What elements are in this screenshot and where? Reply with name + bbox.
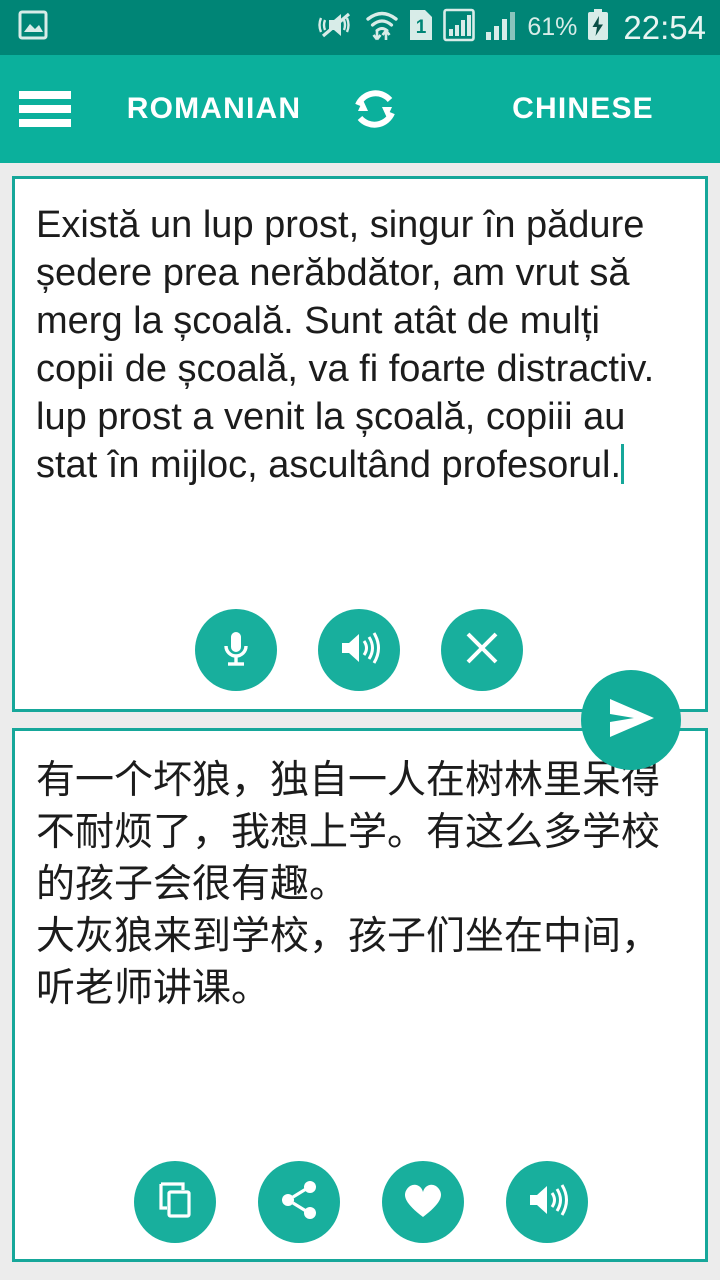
translator-app-screen: 1 61% 22:54 ROMANIAN CHINESE Există un l… — [0, 0, 720, 1280]
vibrate-mute-icon — [316, 9, 356, 46]
clear-text-button[interactable] — [441, 609, 523, 691]
signal-bars-1-icon — [443, 8, 476, 47]
image-gallery-icon — [18, 9, 48, 46]
swap-languages-icon[interactable] — [339, 73, 411, 145]
copy-button[interactable] — [134, 1161, 216, 1243]
favorite-button[interactable] — [382, 1161, 464, 1243]
wifi-transfer-icon — [365, 8, 399, 47]
speaker-icon — [336, 626, 382, 675]
sim-1-icon: 1 — [408, 8, 434, 47]
signal-bars-2-icon — [484, 8, 518, 47]
share-button[interactable] — [258, 1161, 340, 1243]
status-bar-notifications — [18, 9, 48, 46]
menu-bar-3 — [19, 119, 71, 127]
source-text-input[interactable]: Există un lup prost, singur în pădure șe… — [15, 179, 705, 489]
target-language-selector[interactable]: CHINESE — [458, 92, 708, 126]
hamburger-menu-icon[interactable] — [19, 91, 71, 127]
send-paper-plane-icon — [602, 692, 660, 749]
charging-battery-icon — [586, 8, 610, 47]
speaker-icon — [524, 1178, 570, 1227]
heart-icon — [400, 1179, 446, 1226]
menu-bar-1 — [19, 91, 71, 99]
speak-source-button[interactable] — [318, 609, 400, 691]
translation-text-value: 有一个坏狼，独自一人在树林里呆得不耐烦了，我想上学。有这么多学校的孩子会很有趣。… — [36, 759, 661, 1010]
translate-send-button[interactable] — [581, 670, 681, 770]
app-bar: ROMANIAN CHINESE — [0, 55, 720, 163]
status-bar-clock: 22:54 — [623, 9, 706, 46]
speak-target-button[interactable] — [506, 1161, 588, 1243]
source-language-selector[interactable]: ROMANIAN — [89, 92, 339, 126]
microphone-button[interactable] — [195, 609, 277, 691]
status-bar: 1 61% 22:54 — [0, 0, 720, 55]
battery-percent-label: 61% — [527, 13, 578, 41]
text-caret — [621, 444, 625, 484]
copy-icon — [153, 1178, 197, 1227]
source-text-value: Există un lup prost, singur în pădure șe… — [36, 204, 655, 486]
close-icon — [460, 626, 504, 675]
svg-text:1: 1 — [416, 17, 427, 38]
menu-bar-2 — [19, 105, 71, 113]
translation-action-buttons — [134, 1161, 588, 1243]
source-action-buttons — [195, 609, 523, 691]
microphone-icon — [214, 626, 258, 675]
status-bar-system-icons: 1 61% 22:54 — [316, 8, 706, 47]
share-icon — [277, 1178, 321, 1227]
